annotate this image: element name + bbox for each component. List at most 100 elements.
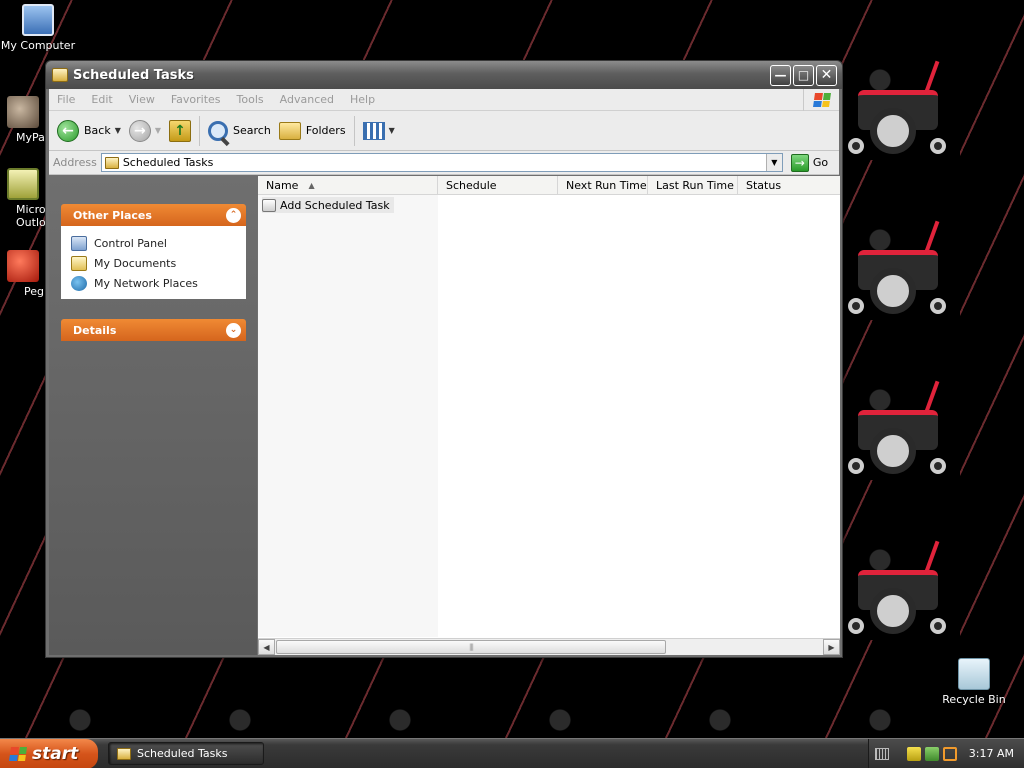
clock[interactable]: 3:17 AM bbox=[969, 747, 1014, 760]
window-title: Scheduled Tasks bbox=[73, 67, 194, 83]
search-button[interactable]: Search bbox=[204, 116, 275, 146]
link-my-documents[interactable]: My Documents bbox=[71, 253, 246, 273]
up-folder-icon: ↑ bbox=[169, 119, 192, 142]
list-item[interactable]: Add Scheduled Task bbox=[262, 197, 394, 213]
desktop-icon-mypal[interactable]: MyPa bbox=[0, 96, 46, 144]
address-bar: Address Scheduled Tasks ▼ → Go bbox=[49, 151, 839, 175]
forward-arrow-icon: → bbox=[128, 119, 151, 142]
column-label: Last Run Time bbox=[656, 179, 734, 192]
column-header-status[interactable]: Status bbox=[738, 176, 840, 195]
other-places-header[interactable]: Other Places ⌃ bbox=[61, 204, 246, 226]
up-folder-button[interactable]: ↑ bbox=[165, 116, 195, 146]
other-places-panel: Other Places ⌃ Control Panel My Document… bbox=[61, 204, 246, 299]
expand-chevron-icon[interactable]: ⌄ bbox=[226, 322, 241, 338]
scroll-right-button[interactable]: ▶ bbox=[823, 639, 840, 655]
toolbar-separator bbox=[199, 115, 201, 146]
desktop-icon-label: Micros Outlo bbox=[16, 203, 46, 229]
desktop-icon-my-computer[interactable]: My Computer bbox=[0, 4, 76, 52]
back-label: Back bbox=[84, 124, 111, 137]
address-field[interactable]: Scheduled Tasks ▼ bbox=[100, 153, 783, 172]
horizontal-scrollbar[interactable]: ◀ ||| ▶ bbox=[258, 638, 840, 655]
views-dropdown-icon: ▼ bbox=[388, 126, 395, 135]
recycle-bin-icon bbox=[958, 658, 990, 690]
mypal-icon bbox=[7, 96, 39, 128]
minimize-button[interactable]: — bbox=[770, 64, 791, 86]
taskbar-button-label: Scheduled Tasks bbox=[137, 747, 228, 760]
link-my-network-places[interactable]: My Network Places bbox=[71, 273, 246, 293]
security-shield-icon[interactable] bbox=[906, 746, 921, 761]
go-arrow-icon: → bbox=[790, 153, 809, 172]
menu-help[interactable]: Help bbox=[342, 93, 383, 106]
taskbar: start Scheduled Tasks 3:17 AM bbox=[0, 738, 1024, 768]
desktop-icon-peg[interactable]: Peg bbox=[0, 250, 46, 298]
link-label: Control Panel bbox=[94, 236, 167, 250]
maximize-button[interactable]: □ bbox=[793, 64, 814, 86]
scheduled-tasks-folder-icon bbox=[117, 747, 131, 760]
back-button[interactable]: ← Back ▼ bbox=[53, 116, 125, 146]
scrollbar-thumb[interactable]: ||| bbox=[276, 640, 666, 654]
menu-advanced[interactable]: Advanced bbox=[272, 93, 342, 106]
column-header-next-run-time[interactable]: Next Run Time bbox=[558, 176, 648, 195]
other-places-links: Control Panel My Documents My Network Pl… bbox=[61, 226, 246, 299]
details-header[interactable]: Details ⌄ bbox=[61, 319, 246, 341]
desktop-icon-recycle-bin[interactable]: Recycle Bin bbox=[936, 658, 1012, 706]
column-header-schedule[interactable]: Schedule bbox=[438, 176, 558, 195]
close-button[interactable]: ✕ bbox=[816, 64, 837, 86]
forward-button[interactable]: → ▼ bbox=[125, 116, 165, 146]
address-label: Address bbox=[53, 156, 97, 169]
views-button[interactable]: ▼ bbox=[359, 116, 399, 146]
address-dropdown-icon[interactable]: ▼ bbox=[765, 154, 782, 171]
menu-view[interactable]: View bbox=[121, 93, 163, 106]
column-label: Name bbox=[266, 179, 299, 192]
sorted-column-background bbox=[258, 195, 438, 637]
go-button[interactable]: → Go bbox=[790, 153, 829, 172]
list-header: Name ▲ Schedule Next Run Time Last Run T… bbox=[258, 176, 840, 195]
file-list: Name ▲ Schedule Next Run Time Last Run T… bbox=[258, 176, 840, 655]
taskbar-button-scheduled-tasks[interactable]: Scheduled Tasks bbox=[108, 742, 264, 765]
desktop-icon-label: Peg bbox=[24, 285, 44, 298]
link-control-panel[interactable]: Control Panel bbox=[71, 233, 246, 253]
other-places-title: Other Places bbox=[73, 208, 152, 222]
sort-ascending-icon: ▲ bbox=[308, 181, 315, 190]
collapse-chevron-icon[interactable]: ⌃ bbox=[226, 207, 241, 223]
menu-file[interactable]: File bbox=[49, 93, 83, 106]
column-label: Next Run Time bbox=[566, 179, 647, 192]
desktop-icon-label: MyPa bbox=[16, 131, 45, 144]
start-button[interactable]: start bbox=[0, 738, 98, 768]
scrollbar-track[interactable]: ||| bbox=[275, 639, 823, 655]
magnifier-icon[interactable] bbox=[942, 746, 957, 761]
wallpaper-wheelchair bbox=[848, 220, 948, 330]
views-icon bbox=[362, 121, 385, 140]
back-dropdown-icon[interactable]: ▼ bbox=[115, 126, 121, 135]
scroll-left-button[interactable]: ◀ bbox=[258, 639, 275, 655]
windows-logo-icon bbox=[9, 746, 27, 761]
task-pane: Other Places ⌃ Control Panel My Document… bbox=[49, 176, 257, 655]
menu-edit[interactable]: Edit bbox=[83, 93, 120, 106]
link-label: My Documents bbox=[94, 256, 177, 270]
desktop-icon-label: My Computer bbox=[0, 39, 76, 52]
menu-bar: File Edit View Favorites Tools Advanced … bbox=[49, 88, 839, 111]
menu-tools[interactable]: Tools bbox=[229, 93, 272, 106]
column-header-last-run-time[interactable]: Last Run Time bbox=[648, 176, 738, 195]
keyboard-icon[interactable] bbox=[874, 747, 889, 760]
folders-label: Folders bbox=[305, 124, 346, 137]
outlook-icon bbox=[7, 168, 39, 200]
menu-favorites[interactable]: Favorites bbox=[163, 93, 229, 106]
desktop-icon-outlook[interactable]: Micros Outlo bbox=[0, 168, 46, 229]
network-icon[interactable] bbox=[924, 746, 939, 761]
toolbar-separator bbox=[353, 115, 355, 146]
standard-toolbar: ← Back ▼ → ▼ ↑ Search Folders ▼ bbox=[49, 111, 839, 151]
add-task-icon bbox=[262, 198, 276, 212]
column-label: Schedule bbox=[446, 179, 497, 192]
address-value: Scheduled Tasks bbox=[122, 156, 214, 169]
scheduled-tasks-window: Scheduled Tasks — □ ✕ File Edit View Fav… bbox=[45, 60, 843, 658]
wallpaper-wheelchair bbox=[848, 60, 948, 170]
folders-button[interactable]: Folders bbox=[275, 116, 350, 146]
column-header-name[interactable]: Name ▲ bbox=[258, 176, 438, 195]
scheduled-tasks-folder-icon bbox=[104, 156, 119, 169]
go-label: Go bbox=[812, 156, 829, 169]
search-label: Search bbox=[233, 124, 271, 137]
forward-dropdown-icon[interactable]: ▼ bbox=[155, 126, 161, 135]
title-bar[interactable]: Scheduled Tasks — □ ✕ bbox=[46, 61, 842, 89]
details-title: Details bbox=[73, 323, 117, 337]
